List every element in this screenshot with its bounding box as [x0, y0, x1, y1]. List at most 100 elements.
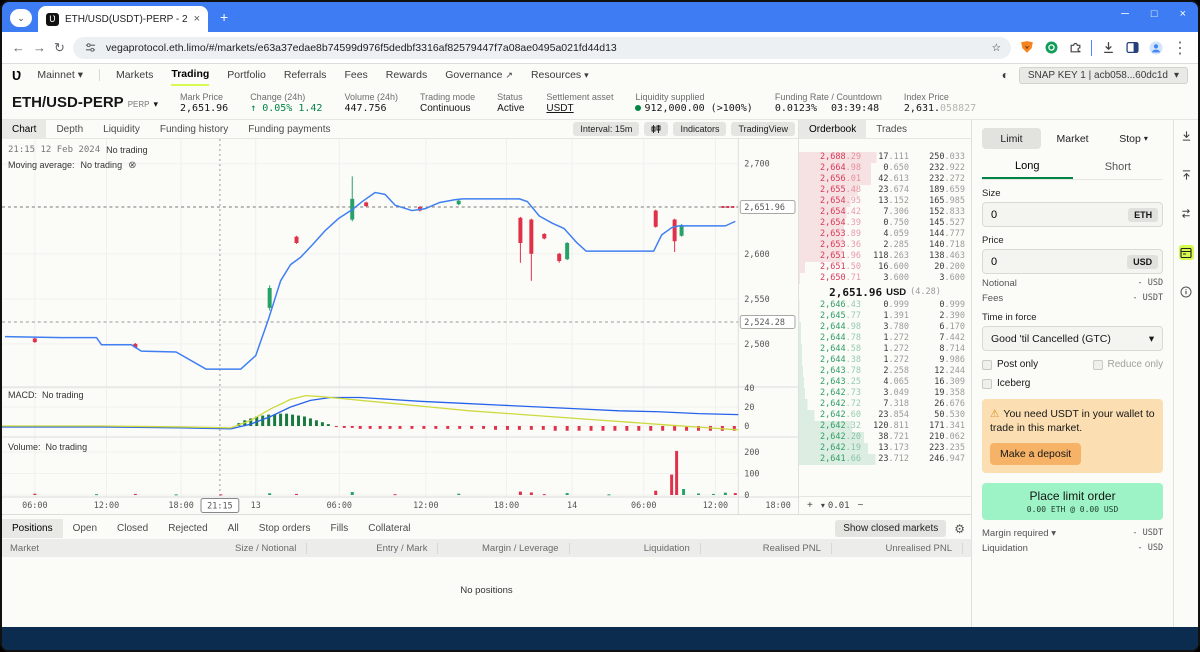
collapse-up-icon[interactable]: [1179, 167, 1194, 182]
interval-button[interactable]: Interval: 15m: [573, 122, 639, 136]
ask-row[interactable]: 2,650.713.6003.600: [799, 273, 971, 284]
post-only-checkbox[interactable]: Post only: [982, 359, 1038, 370]
theme-toggle-icon[interactable]: ◐: [1002, 68, 1009, 82]
ask-row[interactable]: 2,664.980.650232.922: [799, 163, 971, 174]
browser-tab[interactable]: Ʋ ETH/USD(USDT)-PERP - 2,651.9 ×: [38, 6, 208, 32]
nav-item-markets[interactable]: Markets: [116, 64, 153, 86]
tif-select[interactable]: Good 'til Cancelled (GTC) ▾: [982, 326, 1163, 351]
side-panel-icon[interactable]: [1124, 40, 1140, 56]
nav-item-governance[interactable]: Governance↗: [445, 64, 513, 86]
bid-row[interactable]: 2,644.381.2729.986: [799, 355, 971, 366]
site-settings-icon[interactable]: [83, 40, 99, 56]
bid-row[interactable]: 2,646.430.9990.999: [799, 300, 971, 311]
indicators-button[interactable]: Indicators: [673, 122, 726, 136]
resolution-increase-button[interactable]: +: [807, 500, 813, 511]
ask-row[interactable]: 2,656.0142.613232.272: [799, 174, 971, 185]
bottom-tab-positions[interactable]: Positions: [2, 519, 63, 538]
bottom-tab-closed[interactable]: Closed: [107, 519, 158, 538]
bottom-tab-all[interactable]: All: [218, 519, 249, 538]
order-type-limit[interactable]: Limit: [982, 128, 1041, 149]
iceberg-checkbox[interactable]: Iceberg: [982, 378, 1030, 389]
new-tab-button[interactable]: +: [220, 9, 228, 25]
chart-tab-chart[interactable]: Chart: [2, 120, 46, 139]
order-type-market[interactable]: Market: [1043, 128, 1102, 149]
bid-row[interactable]: 2,644.781.2727.442: [799, 333, 971, 344]
nav-item-rewards[interactable]: Rewards: [386, 64, 427, 86]
order-type-stop[interactable]: Stop▾: [1104, 128, 1163, 149]
bid-row[interactable]: 2,642.733.04919.358: [799, 388, 971, 399]
ask-row[interactable]: 2,653.894.059144.777: [799, 229, 971, 240]
nav-item-portfolio[interactable]: Portfolio: [227, 64, 266, 86]
extension-green-icon[interactable]: [1043, 40, 1059, 56]
ask-row[interactable]: 2,655.4823.674189.659: [799, 185, 971, 196]
bid-row[interactable]: 2,642.6023.85450.530: [799, 410, 971, 421]
book-tab-orderbook[interactable]: Orderbook: [799, 120, 866, 139]
wallet-key-selector[interactable]: SNAP KEY 1 | acb058...60dc1d▾: [1019, 67, 1188, 84]
browser-menu-icon[interactable]: ⋮: [1172, 38, 1188, 58]
price-input[interactable]: [991, 256, 1127, 268]
reduce-only-checkbox[interactable]: Reduce only: [1093, 359, 1164, 370]
show-closed-markets-button[interactable]: Show closed markets: [835, 520, 946, 537]
price-chart[interactable]: 2,7002,6002,5502,5004020020010002,651.96…: [2, 139, 798, 514]
resolution-decrease-button[interactable]: −: [858, 500, 864, 511]
bid-row[interactable]: 2,642.2038.721210.062: [799, 432, 971, 443]
price-field[interactable]: USD: [982, 249, 1163, 274]
bid-row[interactable]: 2,643.782.25812.244: [799, 366, 971, 377]
ask-row[interactable]: 2,654.9513.152165.985: [799, 196, 971, 207]
ask-row[interactable]: 2,651.5016.60020.200: [799, 262, 971, 273]
downloads-icon[interactable]: [1100, 40, 1116, 56]
bottom-tab-stop-orders[interactable]: Stop orders: [249, 519, 321, 538]
gear-icon[interactable]: ⚙: [954, 522, 965, 536]
size-input[interactable]: [991, 209, 1128, 221]
ask-row[interactable]: 2,688.2917.111250.033: [799, 152, 971, 163]
ask-row[interactable]: 2,654.390.750145.527: [799, 218, 971, 229]
remove-indicator-icon[interactable]: ⊗: [128, 158, 136, 173]
bid-row[interactable]: 2,645.771.3912.390: [799, 311, 971, 322]
window-minimize-button[interactable]: ─: [1121, 8, 1129, 20]
bid-row[interactable]: 2,644.983.7806.170: [799, 322, 971, 333]
resolution-selector[interactable]: ▾ 0.01: [821, 501, 850, 511]
market-selector[interactable]: ETH/USD-PERP PERP ▾: [12, 94, 158, 111]
bottom-tab-open[interactable]: Open: [63, 519, 107, 538]
extensions-puzzle-icon[interactable]: [1067, 40, 1083, 56]
tab-search-button[interactable]: ⌄: [10, 9, 32, 27]
nav-item-resources[interactable]: Resources▾: [531, 64, 589, 86]
url-bar[interactable]: vegaprotocol.eth.limo/#/markets/e63a37ed…: [73, 37, 1011, 59]
side-tab-short[interactable]: Short: [1073, 155, 1164, 179]
bid-row[interactable]: 2,641.6623.712246.947: [799, 454, 971, 465]
bid-row[interactable]: 2,644.581.2728.714: [799, 344, 971, 355]
nav-item-referrals[interactable]: Referrals: [284, 64, 327, 86]
back-button[interactable]: ←: [12, 40, 25, 55]
margin-required-row[interactable]: Margin required ▾ - USDT: [982, 528, 1163, 539]
bid-row[interactable]: 2,642.727.31826.676: [799, 399, 971, 410]
place-order-button[interactable]: Place limit order 0.00 ETH @ 0.00 USD: [982, 483, 1163, 520]
ask-row[interactable]: 2,654.427.306152.833: [799, 207, 971, 218]
tradingview-button[interactable]: TradingView: [731, 122, 795, 136]
make-deposit-button[interactable]: Make a deposit: [990, 443, 1081, 465]
window-close-button[interactable]: ×: [1180, 8, 1186, 20]
tab-close-icon[interactable]: ×: [194, 13, 200, 25]
side-tab-long[interactable]: Long: [982, 155, 1073, 179]
nav-item-fees[interactable]: Fees: [344, 64, 367, 86]
ask-row[interactable]: 2,653.362.285140.718: [799, 240, 971, 251]
order-ticket-icon[interactable]: [1179, 245, 1194, 260]
bottom-tab-collateral[interactable]: Collateral: [358, 519, 420, 538]
chart-tab-depth[interactable]: Depth: [46, 120, 93, 139]
chart-tab-liquidity[interactable]: Liquidity: [93, 120, 150, 139]
metamask-extension-icon[interactable]: [1019, 40, 1035, 56]
chart-tab-funding-payments[interactable]: Funding payments: [238, 120, 340, 139]
network-selector[interactable]: Mainnet▾: [37, 64, 83, 86]
profile-avatar[interactable]: [1148, 40, 1164, 56]
bid-row[interactable]: 2,642.1913.173223.235: [799, 443, 971, 454]
bottom-tab-rejected[interactable]: Rejected: [158, 519, 217, 538]
bottom-tab-fills[interactable]: Fills: [320, 519, 358, 538]
size-field[interactable]: ETH: [982, 202, 1163, 227]
url-text[interactable]: vegaprotocol.eth.limo/#/markets/e63a37ed…: [106, 42, 985, 54]
chart-type-button[interactable]: [644, 122, 668, 136]
bid-row[interactable]: 2,643.254.06516.309: [799, 377, 971, 388]
ask-row[interactable]: 2,651.96118.263138.463: [799, 251, 971, 262]
bookmark-star-icon[interactable]: ☆: [992, 42, 1001, 54]
chart-tab-funding-history[interactable]: Funding history: [150, 120, 238, 139]
swap-panels-icon[interactable]: [1179, 206, 1194, 221]
nav-item-trading[interactable]: Trading: [171, 64, 209, 86]
